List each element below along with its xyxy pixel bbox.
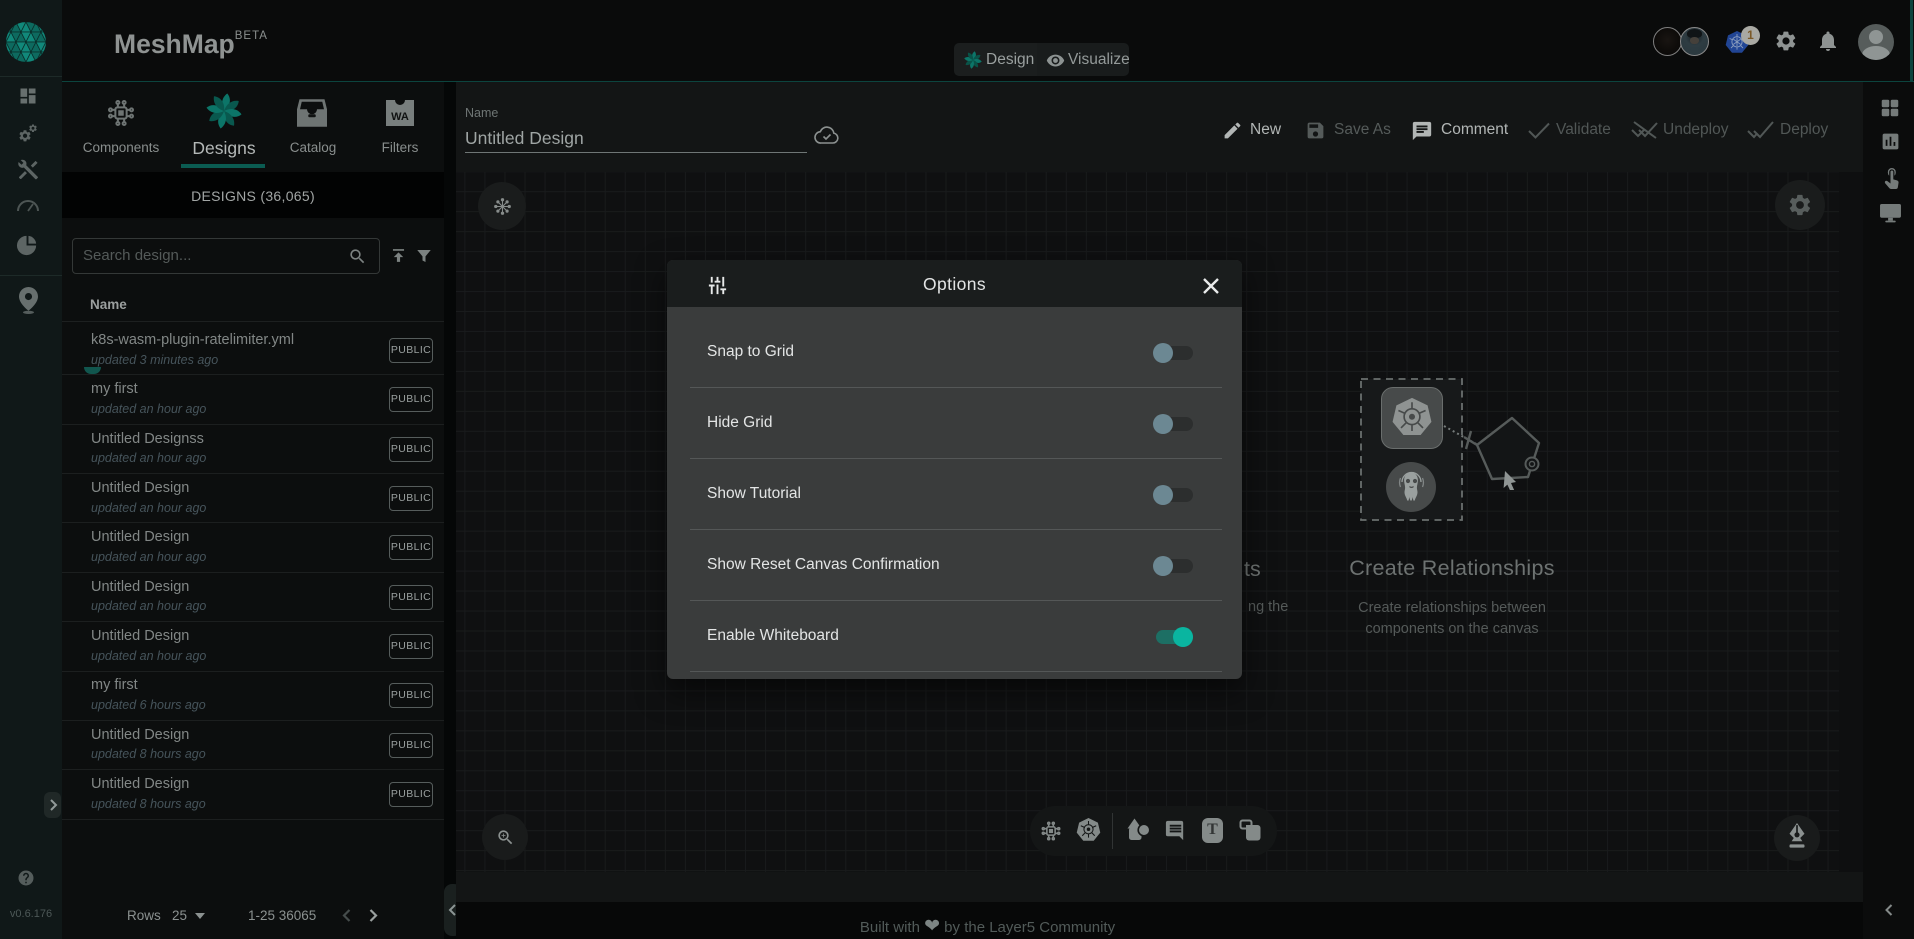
svg-text:WA: WA: [391, 111, 409, 123]
